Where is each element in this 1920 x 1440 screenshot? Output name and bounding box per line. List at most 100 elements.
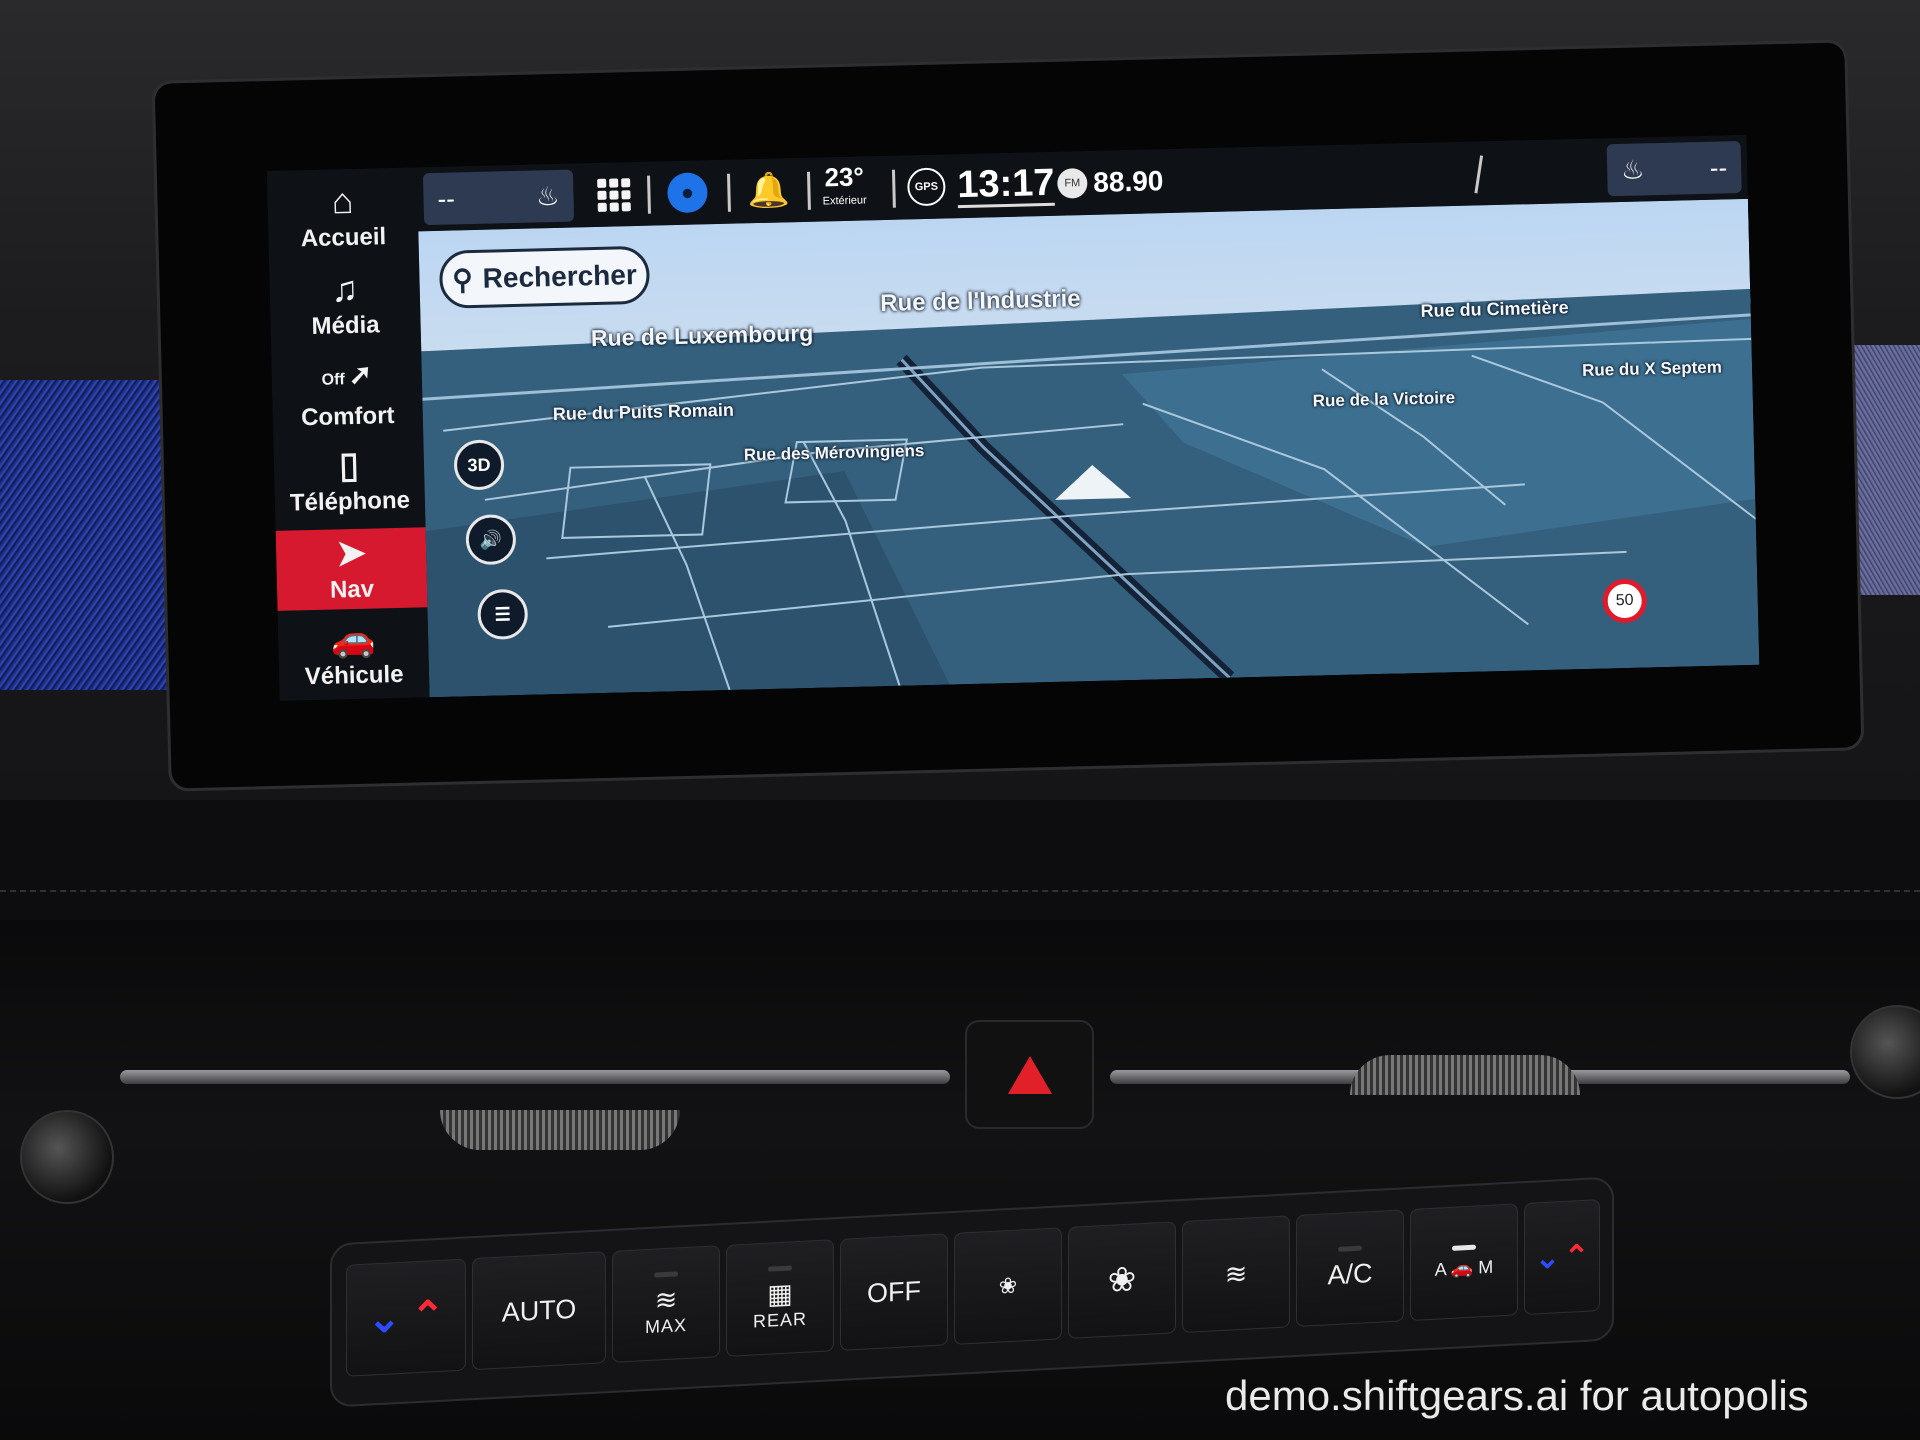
- separator: [647, 175, 651, 214]
- watermark: demo.shiftgears.ai for autopolis: [1225, 1372, 1809, 1419]
- ac-label: A/C: [1327, 1258, 1373, 1291]
- infotainment-bezel: ⌂ Accueil ♫ Média Off ➚ Comfort ▯ Télépho…: [151, 39, 1865, 792]
- auto-button[interactable]: AUTO: [472, 1251, 606, 1371]
- recirculation-car-icon: 🚗: [1450, 1257, 1474, 1279]
- climate-off-button[interactable]: OFF: [840, 1233, 948, 1351]
- driver-temp-button[interactable]: ⌄ ⌃: [346, 1258, 466, 1377]
- separator: [891, 169, 896, 208]
- driver-seat-heat-control[interactable]: -- ♨: [422, 169, 575, 226]
- recirc-manual-label: M: [1478, 1256, 1494, 1278]
- gps-status: GPS: [906, 154, 947, 219]
- passenger-temp-down-icon[interactable]: ⌄: [1535, 1240, 1560, 1276]
- rear-defrost-led: [768, 1264, 792, 1272]
- sidebar-item-label: Téléphone: [289, 486, 411, 517]
- air-distribution-button[interactable]: ≋: [1182, 1215, 1290, 1333]
- vehicle-position-icon: [1054, 464, 1132, 500]
- menu-icon: ☰: [494, 603, 512, 625]
- comfort-status: Off: [321, 370, 345, 389]
- sidebar-item-vehicule[interactable]: 🚗 Véhicule: [278, 613, 430, 697]
- street-label: Rue de Luxembourg: [590, 319, 814, 352]
- clock[interactable]: 13:17: [957, 152, 1056, 218]
- seat-heat-icon: ♨: [1620, 153, 1645, 185]
- view-mode-label: 3D: [467, 454, 491, 475]
- speed-limit-value: 50: [1615, 591, 1634, 610]
- vent-grille-left: [440, 1110, 680, 1150]
- passenger-seat-heat-control[interactable]: ♨ --: [1606, 141, 1742, 197]
- car-icon: 🚗: [330, 617, 377, 660]
- air-distribution-icon: ≋: [1224, 1258, 1248, 1290]
- phone-icon: ▯: [338, 443, 360, 486]
- max-defrost-button[interactable]: ≋ MAX: [612, 1245, 720, 1363]
- sidebar-item-label: Véhicule: [304, 660, 404, 691]
- rear-label: REAR: [752, 1308, 807, 1331]
- off-label: OFF: [867, 1275, 921, 1309]
- auto-label: AUTO: [501, 1293, 577, 1328]
- max-defrost-led: [654, 1270, 678, 1278]
- sidebar-item-label: Nav: [329, 575, 375, 604]
- app-grid-button[interactable]: [597, 162, 632, 227]
- recirculation-led: [1452, 1244, 1476, 1251]
- max-label: MAX: [644, 1314, 687, 1337]
- passenger-temp-button[interactable]: ⌄ ⌃: [1524, 1199, 1600, 1316]
- defrost-icon: ≋: [654, 1283, 678, 1316]
- clock-time: 13:17: [956, 161, 1056, 208]
- vent-grille-right: [1350, 1055, 1580, 1095]
- street-label: Rue du Cimetière: [1420, 297, 1569, 321]
- hazard-button[interactable]: [965, 1020, 1094, 1129]
- hazard-warning-icon: [1007, 1055, 1052, 1094]
- sidebar-item-telephone[interactable]: ▯ Téléphone: [273, 439, 425, 523]
- profile-button[interactable]: ●: [666, 160, 709, 225]
- gps-icon: GPS: [906, 167, 946, 207]
- sidebar-item-media[interactable]: ♫ Média: [269, 263, 421, 347]
- temperature-label: Extérieur: [822, 194, 867, 208]
- temp-down-icon[interactable]: ⌄: [367, 1295, 401, 1343]
- ac-led: [1338, 1245, 1362, 1252]
- dashboard-stitching: [0, 890, 1920, 894]
- passenger-seat-value: --: [1709, 151, 1728, 183]
- radio-frequency: 88.90: [1092, 165, 1164, 198]
- fan-up-button[interactable]: ❀: [1068, 1221, 1176, 1339]
- music-icon: ♫: [330, 267, 359, 310]
- profile-icon: ●: [666, 172, 708, 214]
- bell-icon: 🔔: [746, 171, 791, 211]
- sidebar-item-label: Comfort: [300, 401, 395, 431]
- passenger-temp-up-icon[interactable]: ⌃: [1564, 1238, 1589, 1274]
- street-label: Rue du X Septem: [1581, 357, 1723, 380]
- ac-button[interactable]: A/C: [1296, 1209, 1404, 1328]
- speaker-icon: 🔊: [479, 528, 503, 550]
- street-label: Rue du Puits Romain: [552, 399, 735, 425]
- outside-temperature: 23° Extérieur: [822, 156, 868, 221]
- fan-down-button[interactable]: ❀: [954, 1227, 1062, 1345]
- radio-status[interactable]: FM 88.90: [1056, 149, 1165, 216]
- sidebar-item-comfort[interactable]: Off ➚ Comfort: [271, 351, 423, 435]
- street-label: Rue de la Victoire: [1312, 388, 1456, 411]
- vent-knob-left[interactable]: [20, 1110, 114, 1204]
- notifications-button[interactable]: 🔔: [747, 158, 791, 223]
- infotainment-screen: ⌂ Accueil ♫ Média Off ➚ Comfort ▯ Télépho…: [266, 134, 1760, 701]
- rear-defrost-button[interactable]: ▦ REAR: [726, 1239, 834, 1357]
- separator: [806, 171, 811, 210]
- air-vent-left[interactable]: [120, 1070, 950, 1084]
- separator: [727, 173, 731, 212]
- search-label: Rechercher: [482, 259, 638, 294]
- fan-large-icon: ❀: [1107, 1260, 1137, 1300]
- home-icon: ⌂: [331, 179, 354, 222]
- seat-icon: ➚: [348, 358, 373, 390]
- sidebar-item-label: Média: [311, 311, 380, 340]
- sidebar-item-nav[interactable]: ➤ Nav: [275, 527, 428, 611]
- search-icon: ⚲: [451, 263, 474, 296]
- navigation-map[interactable]: ⚲ Rechercher Rue de l'Industrie Rue de L…: [418, 198, 1760, 698]
- main-sidebar: ⌂ Accueil ♫ Média Off ➚ Comfort ▯ Télépho…: [266, 167, 430, 701]
- app-grid-icon: [597, 177, 631, 212]
- seat-heat-icon: ♨: [535, 180, 560, 211]
- recirculation-button[interactable]: A 🚗 M: [1410, 1203, 1518, 1322]
- search-button[interactable]: ⚲ Rechercher: [438, 245, 651, 309]
- temp-up-icon[interactable]: ⌃: [411, 1293, 445, 1341]
- rear-defrost-icon: ▦: [767, 1277, 793, 1310]
- separator: [1474, 155, 1484, 194]
- fm-icon: FM: [1056, 167, 1088, 199]
- sidebar-item-accueil[interactable]: ⌂ Accueil: [267, 175, 419, 259]
- driver-seat-value: --: [437, 182, 456, 214]
- fan-small-icon: ❀: [998, 1272, 1018, 1299]
- navigation-arrow-icon: ➤: [335, 531, 367, 574]
